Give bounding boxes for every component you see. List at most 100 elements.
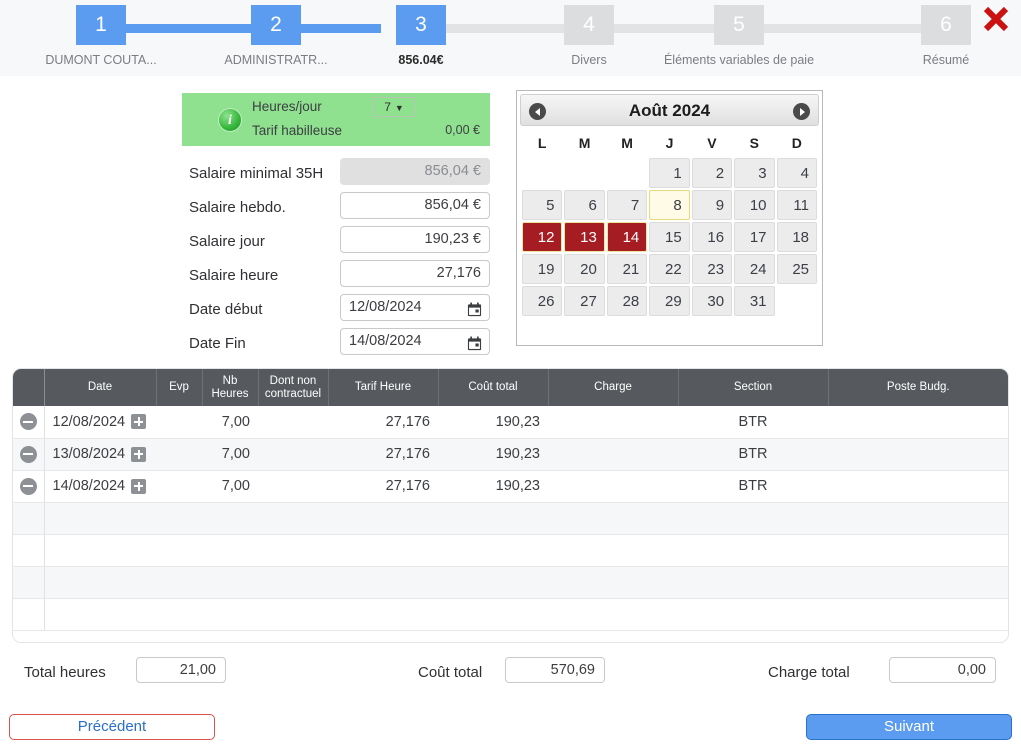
- col-cout-total[interactable]: Coût total: [438, 369, 549, 406]
- cell-empty[interactable]: [44, 534, 156, 567]
- cell-empty[interactable]: [202, 534, 258, 567]
- cell-nb-heures[interactable]: 7,00: [202, 406, 258, 439]
- step-1[interactable]: 1 DUMONT COUTA...: [21, 5, 181, 67]
- calendar-day-cell[interactable]: 13: [564, 222, 605, 252]
- cell-empty[interactable]: [828, 598, 1008, 631]
- hours-per-day-select[interactable]: 7 ▼: [372, 97, 416, 117]
- calendar-day-13[interactable]: 13: [564, 222, 605, 252]
- table-row[interactable]: 12/08/2024 7,00 27,176 190,23 BTR: [13, 406, 1008, 439]
- calendar-day-8[interactable]: 8: [649, 190, 690, 220]
- calendar-day-cell[interactable]: 16: [691, 222, 733, 252]
- calendar-day-30[interactable]: 30: [691, 286, 733, 316]
- calendar-day-4[interactable]: 4: [776, 158, 817, 188]
- plus-square-icon[interactable]: [131, 414, 147, 430]
- total-heures-input[interactable]: 21,00: [136, 657, 226, 683]
- salaire-hebdo-input[interactable]: 856,04 €: [340, 192, 490, 219]
- calendar-day-12[interactable]: 12: [522, 222, 563, 252]
- calendar-day-cell[interactable]: 19: [522, 254, 563, 284]
- cell-section[interactable]: BTR: [678, 470, 828, 503]
- cell-empty[interactable]: [328, 566, 438, 599]
- col-tarif-heure[interactable]: Tarif Heure: [328, 369, 439, 406]
- minus-circle-icon[interactable]: [19, 413, 37, 431]
- cell-empty[interactable]: [828, 502, 1008, 535]
- cell-charge[interactable]: [548, 406, 678, 439]
- calendar-day-27[interactable]: 27: [564, 286, 605, 316]
- calendar-day-7[interactable]: 7: [606, 190, 648, 220]
- cell-empty[interactable]: [548, 566, 678, 599]
- col-nb-heures[interactable]: Nb Heures: [202, 369, 259, 406]
- cell-empty[interactable]: [328, 598, 438, 631]
- cell-empty[interactable]: [328, 502, 438, 535]
- calendar-day-2[interactable]: 2: [691, 158, 733, 188]
- calendar-day-cell[interactable]: 8: [649, 190, 690, 220]
- cout-total-input[interactable]: 570,69: [505, 657, 605, 683]
- charge-total-input[interactable]: 0,00: [889, 657, 996, 683]
- calendar-day-cell[interactable]: 25: [776, 254, 817, 284]
- cell-empty[interactable]: [258, 502, 328, 535]
- cell-poste-budg[interactable]: [828, 438, 1008, 471]
- date-debut-input[interactable]: 12/08/2024: [340, 294, 490, 321]
- calendar-day-cell[interactable]: 6: [564, 190, 605, 220]
- cell-section[interactable]: BTR: [678, 406, 828, 439]
- calendar-day-6[interactable]: 6: [564, 190, 605, 220]
- col-charge[interactable]: Charge: [548, 369, 679, 406]
- minus-circle-icon[interactable]: [19, 477, 37, 495]
- previous-button[interactable]: Précédent: [9, 714, 215, 740]
- cell-empty[interactable]: [258, 534, 328, 567]
- calendar-day-15[interactable]: 15: [649, 222, 690, 252]
- table-row-empty[interactable]: [13, 598, 1008, 631]
- cell-date[interactable]: 14/08/2024: [44, 470, 156, 503]
- cell-empty[interactable]: [678, 598, 828, 631]
- calendar-day-cell[interactable]: 15: [649, 222, 690, 252]
- calendar-day-26[interactable]: 26: [522, 286, 563, 316]
- cell-dont-non-contractuel[interactable]: [258, 438, 328, 471]
- calendar-day-9[interactable]: 9: [691, 190, 733, 220]
- cell-cout-total[interactable]: 190,23: [438, 438, 548, 471]
- cell-tarif-heure[interactable]: 27,176: [328, 406, 438, 439]
- cell-date[interactable]: 13/08/2024: [44, 438, 156, 471]
- col-dont-non-contractuel[interactable]: Dont non contractuel: [258, 369, 329, 406]
- calendar-day-cell[interactable]: 7: [606, 190, 648, 220]
- calendar-day-cell[interactable]: 20: [564, 254, 605, 284]
- calendar-day-cell[interactable]: 31: [734, 286, 775, 316]
- calendar-day-cell[interactable]: 2: [691, 158, 733, 188]
- calendar-day-cell[interactable]: 21: [606, 254, 648, 284]
- plus-square-icon[interactable]: [131, 478, 147, 494]
- calendar-icon[interactable]: [467, 335, 482, 351]
- col-date[interactable]: Date: [44, 369, 157, 406]
- plus-square-icon[interactable]: [131, 446, 147, 462]
- calendar-day-3[interactable]: 3: [734, 158, 775, 188]
- step-2[interactable]: 2 ADMINISTRATR...: [196, 5, 356, 67]
- cell-empty[interactable]: [202, 598, 258, 631]
- cell-empty[interactable]: [44, 598, 156, 631]
- cell-empty[interactable]: [678, 502, 828, 535]
- cell-empty[interactable]: [828, 534, 1008, 567]
- cell-evp[interactable]: [156, 438, 202, 471]
- calendar-day-cell[interactable]: 9: [691, 190, 733, 220]
- calendar-day-16[interactable]: 16: [691, 222, 733, 252]
- cell-poste-budg[interactable]: [828, 470, 1008, 503]
- calendar-day-11[interactable]: 11: [776, 190, 817, 220]
- calendar-day-1[interactable]: 1: [649, 158, 690, 188]
- cell-poste-budg[interactable]: [828, 406, 1008, 439]
- table-row-empty[interactable]: [13, 534, 1008, 567]
- calendar-day-cell[interactable]: 3: [734, 158, 775, 188]
- cell-empty[interactable]: [438, 534, 548, 567]
- calendar-day-5[interactable]: 5: [522, 190, 563, 220]
- cell-empty[interactable]: [44, 566, 156, 599]
- calendar-day-cell[interactable]: 17: [734, 222, 775, 252]
- cell-section[interactable]: BTR: [678, 438, 828, 471]
- cell-empty[interactable]: [548, 598, 678, 631]
- cell-empty[interactable]: [156, 598, 202, 631]
- cell-empty[interactable]: [438, 566, 548, 599]
- calendar-day-cell[interactable]: 4: [776, 158, 817, 188]
- salaire-jour-input[interactable]: 190,23 €: [340, 226, 490, 253]
- cell-empty[interactable]: [258, 598, 328, 631]
- calendar-day-cell[interactable]: 12: [522, 222, 563, 252]
- cell-cout-total[interactable]: 190,23: [438, 406, 548, 439]
- salaire-heure-input[interactable]: 27,176: [340, 260, 490, 287]
- cell-empty[interactable]: [548, 502, 678, 535]
- step-4[interactable]: 4 Divers: [509, 5, 669, 67]
- close-x-icon[interactable]: [979, 2, 1013, 36]
- step-5[interactable]: 5 Éléments variables de paie: [659, 5, 819, 67]
